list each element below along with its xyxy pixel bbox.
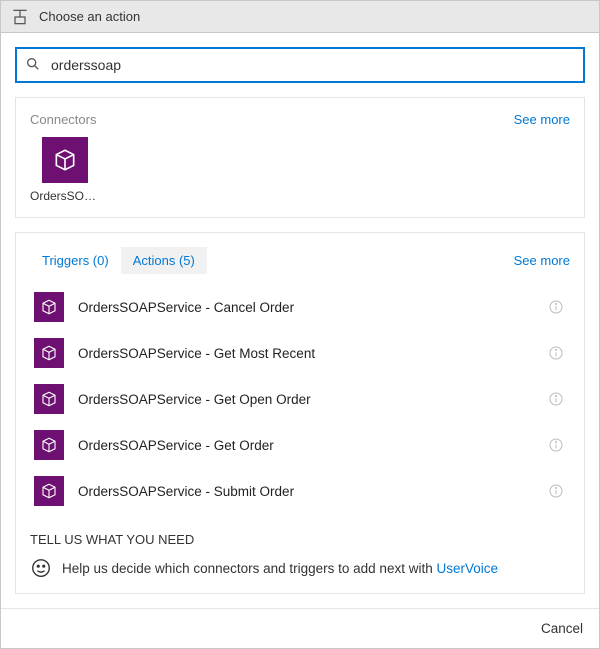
- choose-action-panel: Choose an action Connectors See more: [0, 0, 600, 649]
- search-box[interactable]: [15, 47, 585, 83]
- action-item-cancel-order[interactable]: OrdersSOAPService - Cancel Order: [30, 284, 570, 330]
- workflow-icon: [9, 6, 31, 28]
- action-item-submit-order[interactable]: OrdersSOAPService - Submit Order: [30, 468, 570, 514]
- box-icon: [42, 137, 88, 183]
- tell-us-text-part: Help us decide which connectors and trig…: [62, 561, 436, 576]
- action-label: OrdersSOAPService - Get Most Recent: [78, 346, 548, 361]
- connectors-section-head: Connectors See more: [30, 112, 570, 127]
- actions-section: Triggers (0) Actions (5) See more Orders…: [15, 232, 585, 594]
- box-icon: [34, 338, 64, 368]
- action-label: OrdersSOAPService - Get Order: [78, 438, 548, 453]
- action-label: OrdersSOAPService - Cancel Order: [78, 300, 548, 315]
- connector-label: OrdersSOA...: [30, 189, 100, 203]
- panel-body: Connectors See more OrdersSOA... Trigger…: [1, 33, 599, 608]
- tabs-row: Triggers (0) Actions (5) See more: [30, 247, 570, 274]
- search-input[interactable]: [51, 57, 575, 73]
- box-icon: [34, 384, 64, 414]
- action-item-get-most-recent[interactable]: OrdersSOAPService - Get Most Recent: [30, 330, 570, 376]
- panel-header: Choose an action: [1, 1, 599, 33]
- cancel-button[interactable]: Cancel: [541, 621, 583, 636]
- info-icon[interactable]: [548, 391, 564, 407]
- tab-triggers[interactable]: Triggers (0): [30, 247, 121, 274]
- info-icon[interactable]: [548, 299, 564, 315]
- info-icon[interactable]: [548, 483, 564, 499]
- box-icon: [34, 292, 64, 322]
- actions-see-more-link[interactable]: See more: [514, 253, 570, 268]
- uservoice-link[interactable]: UserVoice: [436, 561, 498, 576]
- connector-tile-orderssoap[interactable]: OrdersSOA...: [30, 137, 100, 203]
- smiley-icon: [30, 557, 52, 579]
- box-icon: [34, 476, 64, 506]
- tell-us-section: TELL US WHAT YOU NEED Help us decide whi…: [30, 532, 570, 579]
- info-icon[interactable]: [548, 345, 564, 361]
- panel-title: Choose an action: [39, 9, 140, 24]
- action-item-get-order[interactable]: OrdersSOAPService - Get Order: [30, 422, 570, 468]
- connectors-section: Connectors See more OrdersSOA...: [15, 97, 585, 218]
- info-icon[interactable]: [548, 437, 564, 453]
- tell-us-title: TELL US WHAT YOU NEED: [30, 532, 570, 547]
- panel-footer: Cancel: [1, 608, 599, 648]
- box-icon: [34, 430, 64, 460]
- tab-actions[interactable]: Actions (5): [121, 247, 207, 274]
- search-icon: [25, 56, 43, 74]
- connectors-see-more-link[interactable]: See more: [514, 112, 570, 127]
- tell-us-text: Help us decide which connectors and trig…: [62, 561, 498, 576]
- action-label: OrdersSOAPService - Submit Order: [78, 484, 548, 499]
- action-label: OrdersSOAPService - Get Open Order: [78, 392, 548, 407]
- connectors-title: Connectors: [30, 112, 96, 127]
- action-item-get-open-order[interactable]: OrdersSOAPService - Get Open Order: [30, 376, 570, 422]
- tell-us-row: Help us decide which connectors and trig…: [30, 557, 570, 579]
